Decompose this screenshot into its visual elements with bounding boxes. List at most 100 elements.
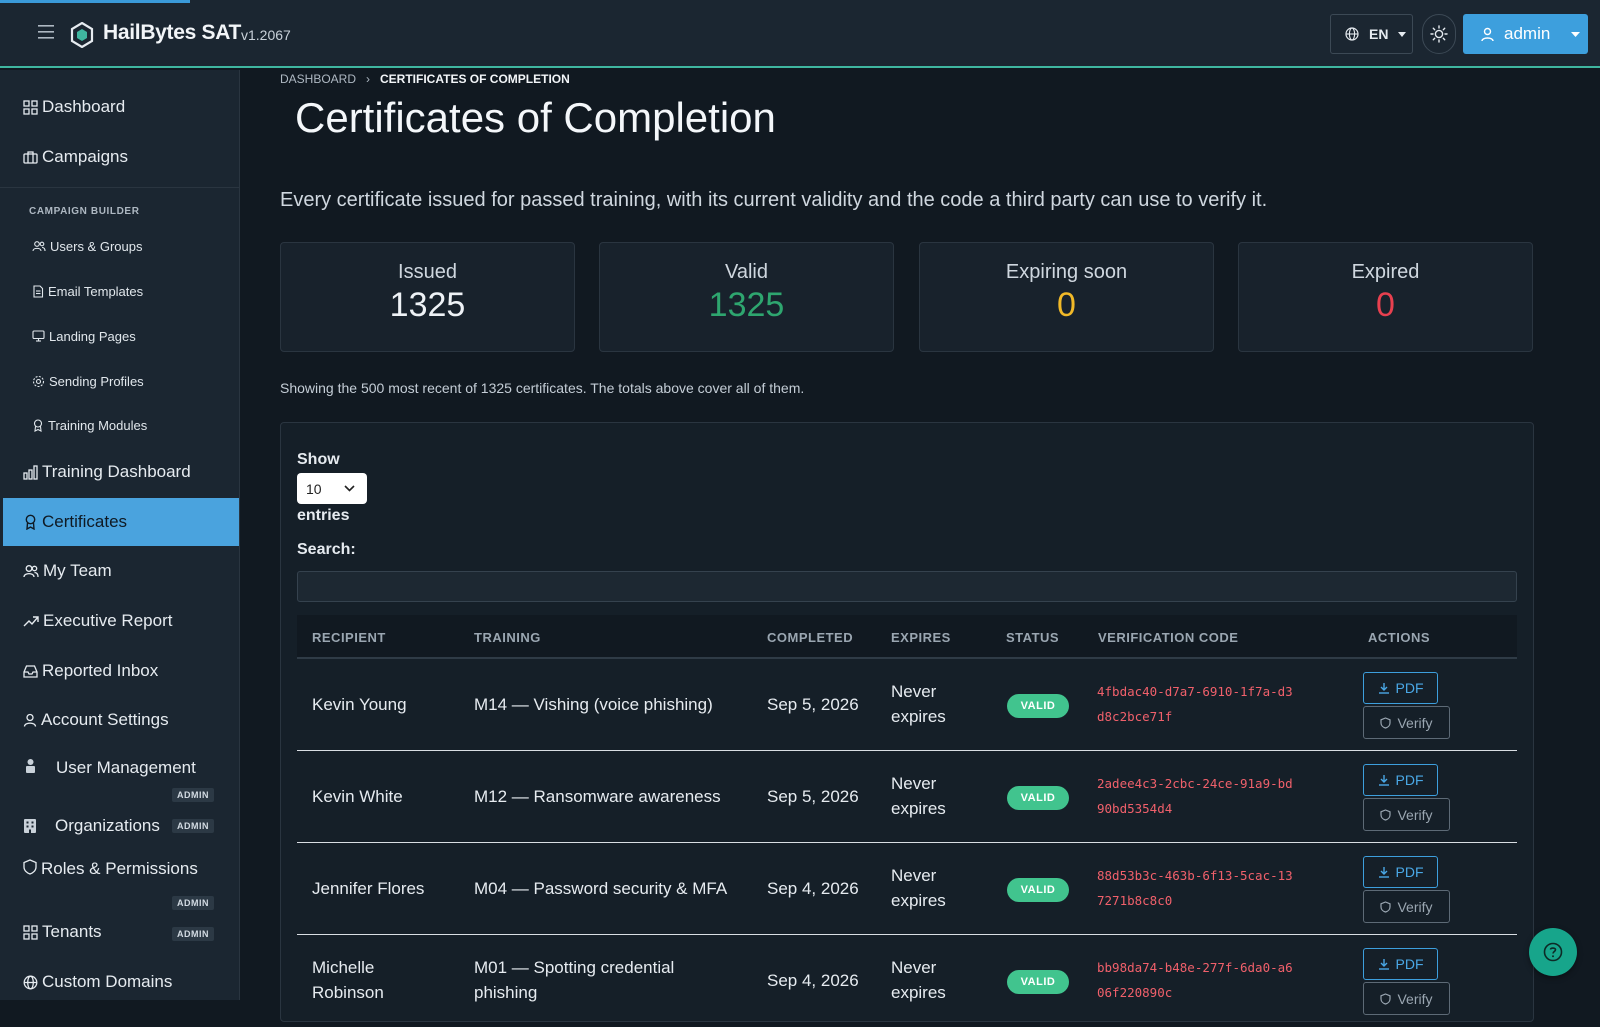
column-header-expires[interactable]: EXPIRES bbox=[891, 630, 951, 645]
sidebar-item-landing-pages[interactable]: Landing Pages bbox=[32, 325, 136, 347]
user-lock-icon bbox=[26, 759, 35, 773]
admin-badge: ADMIN bbox=[172, 788, 214, 802]
verify-button[interactable]: Verify bbox=[1363, 798, 1450, 831]
column-header-verification-code[interactable]: VERIFICATION CODE bbox=[1098, 630, 1238, 645]
sidebar-item-dashboard[interactable]: Dashboard bbox=[3, 83, 239, 131]
stat-label: Expired bbox=[1351, 261, 1420, 283]
stat-label: Valid bbox=[725, 261, 768, 283]
column-header-completed[interactable]: COMPLETED bbox=[767, 630, 853, 645]
sidebar-item-roles-permissions[interactable]: Roles & Permissions bbox=[3, 845, 239, 901]
certificates-table-panel: Show 10 entries Search: RECIPIENT TRAINI… bbox=[280, 422, 1534, 1022]
theme-toggle-button[interactable] bbox=[1422, 14, 1456, 54]
verify-button[interactable]: Verify bbox=[1363, 890, 1450, 923]
cell-training: M01 — Spotting credential phishing bbox=[474, 958, 675, 1002]
cell-completed: Sep 4, 2026 bbox=[767, 971, 859, 990]
breadcrumb-link-dashboard[interactable]: DASHBOARD bbox=[280, 72, 356, 86]
column-header-training[interactable]: TRAINING bbox=[474, 630, 541, 645]
sidebar-item-label: Account Settings bbox=[41, 710, 169, 729]
admin-badge: ADMIN bbox=[172, 927, 214, 941]
download-icon bbox=[1378, 867, 1389, 878]
building-icon bbox=[24, 819, 36, 833]
grid-icon bbox=[23, 924, 38, 940]
shield-icon bbox=[23, 859, 37, 875]
results-note: Showing the 500 most recent of 1325 cert… bbox=[280, 380, 805, 396]
sidebar-item-custom-domains[interactable]: Custom Domains bbox=[3, 958, 239, 1006]
download-icon bbox=[1378, 683, 1389, 694]
shield-icon bbox=[1380, 900, 1392, 913]
table-header: RECIPIENT TRAINING COMPLETED EXPIRES STA… bbox=[297, 615, 1517, 659]
page-load-progress bbox=[0, 0, 190, 3]
verify-button[interactable]: Verify bbox=[1363, 982, 1450, 1015]
download-pdf-button[interactable]: PDF bbox=[1363, 856, 1438, 888]
shield-icon bbox=[1380, 992, 1392, 1005]
pdf-label: PDF bbox=[1395, 956, 1424, 972]
sidebar-item-email-templates[interactable]: Email Templates bbox=[32, 280, 143, 302]
briefcase-icon bbox=[23, 150, 38, 164]
sidebar-item-executive-report[interactable]: Executive Report bbox=[3, 597, 239, 645]
status-badge: VALID bbox=[1007, 786, 1069, 810]
sidebar-item-account-settings[interactable]: Account Settings bbox=[3, 696, 239, 744]
status-badge: VALID bbox=[1007, 970, 1069, 994]
main-content: DASHBOARD › CERTIFICATES OF COMPLETION C… bbox=[241, 70, 1600, 1022]
cell-training: M04 — Password security & MFA bbox=[474, 879, 728, 898]
sidebar-item-label: Training Dashboard bbox=[42, 462, 191, 481]
sidebar-item-label: Campaigns bbox=[42, 147, 128, 166]
stat-card-issued: Issued 1325 bbox=[280, 242, 575, 352]
cell-expires: Never expires bbox=[891, 866, 946, 910]
show-label: Show bbox=[297, 451, 340, 468]
pdf-label: PDF bbox=[1395, 864, 1424, 880]
sidebar-item-campaigns[interactable]: Campaigns bbox=[3, 133, 239, 181]
chevron-down-icon bbox=[344, 485, 355, 492]
column-header-actions: ACTIONS bbox=[1368, 630, 1430, 645]
award-icon bbox=[33, 418, 43, 432]
app-name[interactable]: HailBytes SAT bbox=[103, 21, 241, 45]
sidebar-item-label: Certificates bbox=[42, 512, 128, 531]
stat-label: Issued bbox=[398, 261, 457, 283]
column-header-recipient[interactable]: RECIPIENT bbox=[312, 630, 386, 645]
column-header-status[interactable]: STATUS bbox=[1006, 630, 1059, 645]
cell-recipient: Jennifer Flores bbox=[312, 879, 425, 898]
search-input[interactable] bbox=[297, 571, 1517, 602]
stat-value: 1325 bbox=[708, 286, 785, 324]
sidebar-item-reported-inbox[interactable]: Reported Inbox bbox=[3, 647, 239, 695]
status-badge: VALID bbox=[1007, 694, 1069, 718]
download-pdf-button[interactable]: PDF bbox=[1363, 948, 1438, 980]
sidebar-item-users-groups[interactable]: Users & Groups bbox=[32, 235, 142, 257]
sidebar-item-training-dashboard[interactable]: Training Dashboard bbox=[3, 448, 239, 496]
sidebar-item-label: User Management bbox=[56, 758, 196, 777]
sidebar-item-label: Organizations bbox=[55, 816, 160, 835]
breadcrumb: DASHBOARD › CERTIFICATES OF COMPLETION bbox=[280, 72, 570, 86]
language-selector[interactable]: EN bbox=[1330, 14, 1413, 54]
shield-icon bbox=[1380, 716, 1392, 729]
user-menu-button[interactable]: admin bbox=[1463, 14, 1588, 54]
download-pdf-button[interactable]: PDF bbox=[1363, 672, 1438, 704]
stat-label: Expiring soon bbox=[1005, 261, 1128, 283]
admin-badge: ADMIN bbox=[172, 819, 214, 833]
user-icon bbox=[1481, 27, 1494, 41]
page-size-select[interactable]: 10 bbox=[297, 473, 367, 504]
sidebar-item-label: Reported Inbox bbox=[42, 661, 159, 680]
download-pdf-button[interactable]: PDF bbox=[1363, 764, 1438, 796]
sidebar-item-label: Tenants bbox=[42, 922, 102, 941]
cell-training: M12 — Ransomware awareness bbox=[474, 787, 721, 806]
cell-expires: Never expires bbox=[891, 774, 946, 818]
caret-down-icon bbox=[1571, 31, 1581, 37]
shield-icon bbox=[1380, 808, 1392, 821]
sidebar-item-certificates[interactable]: Certificates bbox=[3, 498, 239, 546]
page-subtitle: Every certificate issued for passed trai… bbox=[280, 189, 1268, 211]
sidebar-item-training-modules[interactable]: Training Modules bbox=[32, 414, 147, 436]
globe-icon bbox=[23, 975, 38, 989]
menu-toggle-icon[interactable] bbox=[38, 25, 56, 41]
help-button[interactable] bbox=[1529, 928, 1577, 976]
sidebar-item-label: Sending Profiles bbox=[49, 373, 144, 389]
award-icon bbox=[25, 514, 36, 530]
page-title: Certificates of Completion bbox=[295, 94, 776, 141]
sidebar-item-my-team[interactable]: My Team bbox=[3, 547, 239, 595]
top-bar: HailBytes SAT v1.2067 EN admin bbox=[0, 0, 1600, 68]
verify-button[interactable]: Verify bbox=[1363, 706, 1450, 739]
sidebar-item-sending-profiles[interactable]: Sending Profiles bbox=[32, 370, 144, 392]
sidebar-item-label: Email Templates bbox=[48, 283, 144, 299]
table-row: Kevin Young M14 — Vishing (voice phishin… bbox=[297, 659, 1517, 751]
sun-icon bbox=[1430, 25, 1448, 43]
table-row: Jennifer Flores M04 — Password security … bbox=[297, 843, 1517, 935]
